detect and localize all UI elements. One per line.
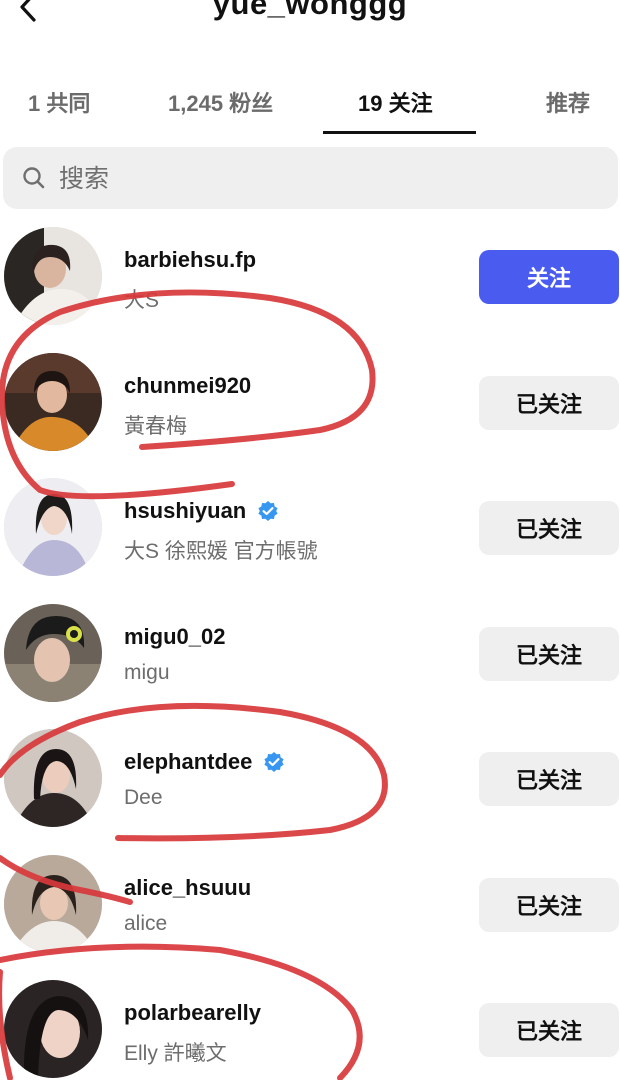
avatar[interactable]: [4, 478, 102, 576]
page-title: yue_wonggg: [212, 0, 408, 21]
username[interactable]: hsushiyuan: [124, 498, 246, 523]
following-button[interactable]: 已关注: [479, 877, 619, 932]
following-button[interactable]: 已关注: [479, 626, 619, 681]
tab-followers[interactable]: 1,245 粉丝: [168, 86, 273, 118]
display-name: 大S: [124, 289, 160, 312]
following-button[interactable]: 已关注: [479, 375, 619, 430]
username[interactable]: barbiehsu.fp: [124, 247, 256, 272]
list-item[interactable]: hsushiyuan 大S 徐熙媛 官方帳號 已关注: [0, 463, 620, 589]
following-list-screen: yue_wonggg 1 共同 1,245 粉丝 19 关注 推荐 搜索 bar…: [0, 0, 620, 1080]
list-item[interactable]: migu0_02 migu 已关注: [0, 589, 620, 715]
username[interactable]: chunmei920: [124, 373, 251, 398]
tab-following[interactable]: 19 关注: [358, 86, 433, 118]
avatar[interactable]: [4, 729, 102, 827]
avatar[interactable]: [4, 603, 102, 702]
display-name: 黃春梅: [124, 414, 187, 438]
follow-button[interactable]: 关注: [479, 250, 619, 304]
display-name: alice: [124, 911, 168, 935]
list-item[interactable]: elephantdee Dee 已关注: [0, 714, 620, 840]
verified-badge-icon: [264, 752, 284, 772]
search-icon: [23, 167, 45, 189]
tab-bar: 1 共同 1,245 粉丝 19 关注 推荐: [0, 70, 620, 136]
search-input[interactable]: [59, 161, 599, 195]
username[interactable]: alice_hsuuu: [124, 875, 251, 900]
tab-suggested[interactable]: 推荐: [546, 86, 590, 118]
verified-badge-icon: [258, 501, 278, 521]
list-item[interactable]: alice_hsuuu alice 已关注: [0, 840, 620, 966]
following-button[interactable]: 已关注: [479, 1003, 619, 1057]
account-list: barbiehsu.fp 大S 关注 chunmei920 黃春梅 已关注 hs…: [0, 212, 620, 1080]
list-item[interactable]: barbiehsu.fp 大S 关注: [0, 212, 620, 338]
list-item[interactable]: polarbearelly Elly 許曦文 已关注: [0, 965, 620, 1080]
username[interactable]: polarbearelly: [124, 1000, 261, 1025]
username[interactable]: elephantdee: [124, 749, 252, 774]
avatar[interactable]: [4, 352, 102, 451]
username[interactable]: migu0_02: [124, 624, 226, 649]
display-name: 大S 徐熙媛 官方帳號: [124, 540, 318, 563]
avatar[interactable]: [4, 227, 102, 325]
active-tab-indicator: [323, 131, 476, 134]
header: yue_wonggg: [0, 0, 620, 30]
avatar[interactable]: [4, 854, 102, 953]
following-button[interactable]: 已关注: [479, 752, 619, 806]
following-button[interactable]: 已关注: [479, 501, 619, 555]
list-item[interactable]: chunmei920 黃春梅 已关注: [0, 338, 620, 464]
display-name: Elly 許曦文: [124, 1042, 227, 1065]
display-name: migu: [124, 660, 170, 684]
display-name: Dee: [124, 786, 163, 809]
avatar[interactable]: [4, 980, 102, 1078]
search-bar: [3, 147, 618, 209]
tab-mutual[interactable]: 1 共同: [28, 86, 90, 118]
